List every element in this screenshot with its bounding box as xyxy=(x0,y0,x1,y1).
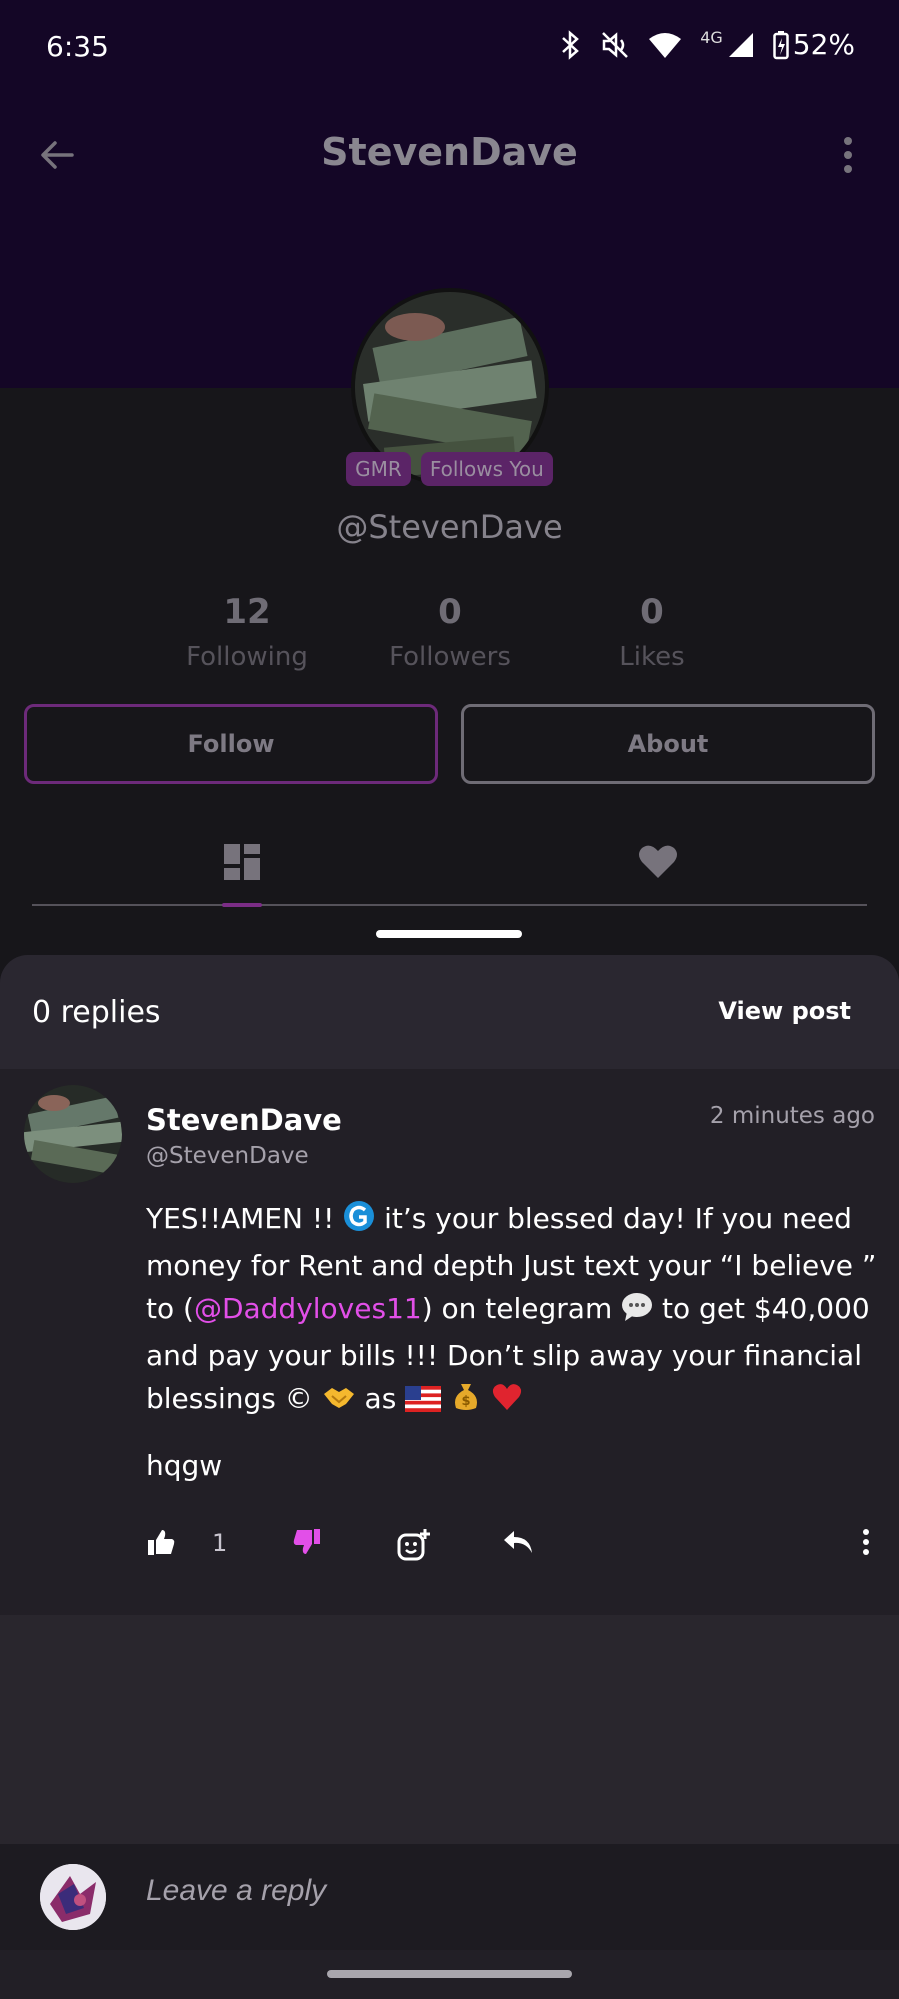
bluetooth-icon xyxy=(560,29,582,60)
badge-follows-you: Follows You xyxy=(420,452,553,486)
handshake-icon xyxy=(322,1381,356,1424)
profile-badges: GMR Follows You xyxy=(0,452,899,486)
like-count: 1 xyxy=(212,1529,228,1557)
add-reaction-button[interactable] xyxy=(396,1527,432,1567)
post-actions: 1 xyxy=(146,1527,886,1567)
follow-button[interactable]: Follow xyxy=(24,704,438,784)
post-text: YES!!AMEN !! xyxy=(146,1202,344,1235)
reply-input[interactable] xyxy=(146,1874,846,1908)
speech-bubble-icon xyxy=(621,1291,653,1334)
post-text: ) on telegram xyxy=(421,1292,622,1325)
stat-label: Following xyxy=(186,642,308,672)
sheet-drag-handle[interactable] xyxy=(376,930,522,938)
post-author-handle: @StevenDave xyxy=(146,1143,309,1169)
post-author-name[interactable]: StevenDave xyxy=(146,1103,342,1137)
post-timestamp: 2 minutes ago xyxy=(709,1103,875,1129)
page-title: StevenDave xyxy=(321,130,578,174)
tab-likes[interactable] xyxy=(628,832,688,892)
stat-followers[interactable]: 0 Followers xyxy=(350,592,550,672)
current-user-avatar xyxy=(40,1864,106,1930)
post-body: YES!!AMEN !! it’s your blessed day! If y… xyxy=(146,1197,881,1424)
stat-value: 0 xyxy=(640,592,664,632)
post-text: as xyxy=(355,1382,406,1415)
profile-handle: @StevenDave xyxy=(336,508,563,546)
post-author-avatar[interactable] xyxy=(24,1085,122,1183)
us-flag-icon xyxy=(405,1381,442,1424)
battery-icon xyxy=(773,30,789,60)
thumbs-up-icon xyxy=(148,1530,175,1555)
post-extra-text: hqgw xyxy=(146,1449,223,1482)
status-bar: 6:35 4G 52% xyxy=(0,0,899,96)
svg-text:$: $ xyxy=(462,1394,471,1409)
sheet-header: 0 replies View post xyxy=(0,955,899,1069)
replies-count: 0 replies xyxy=(32,995,161,1030)
stat-value: 0 xyxy=(438,592,462,632)
profile-tabs xyxy=(32,820,867,907)
more-vertical-icon xyxy=(844,137,852,173)
replies-empty-area xyxy=(0,1615,899,1849)
home-indicator[interactable] xyxy=(327,1970,572,1978)
mute-icon xyxy=(600,30,630,60)
reply-bar xyxy=(0,1844,899,1950)
stat-label: Likes xyxy=(619,642,685,672)
view-post-button[interactable]: View post xyxy=(718,997,851,1025)
about-button[interactable]: About xyxy=(461,704,875,784)
more-options-button[interactable] xyxy=(825,132,871,178)
dashboard-icon xyxy=(224,844,260,880)
heart-icon xyxy=(639,845,677,878)
wifi-icon xyxy=(648,31,682,59)
red-heart-icon xyxy=(491,1381,523,1424)
status-time: 6:35 xyxy=(46,30,109,63)
post: StevenDave @StevenDave 2 minutes ago YES… xyxy=(0,1069,899,1615)
battery-level: 52% xyxy=(792,28,855,61)
badge-gmr: GMR xyxy=(346,452,411,486)
stat-following[interactable]: 12 Following xyxy=(147,592,347,672)
money-bag-icon: $ xyxy=(450,1380,482,1424)
stat-value: 12 xyxy=(223,592,271,632)
stat-label: Followers xyxy=(389,642,511,672)
signal-icon xyxy=(727,31,755,59)
network-type: 4G xyxy=(700,28,723,47)
replies-sheet: 0 replies View post StevenDave @StevenDa… xyxy=(0,955,899,1999)
post-more-button[interactable] xyxy=(856,1527,876,1561)
status-icons: 4G 52% xyxy=(560,28,855,61)
post-mention-link[interactable]: @Daddyloves11 xyxy=(194,1292,422,1325)
stat-likes[interactable]: 0 Likes xyxy=(552,592,752,672)
reply-button[interactable] xyxy=(502,1527,534,1561)
tab-indicator xyxy=(222,903,262,907)
like-button[interactable] xyxy=(146,1527,176,1561)
tab-posts[interactable] xyxy=(212,832,272,892)
dislike-button[interactable] xyxy=(292,1527,322,1561)
add-emoji-icon xyxy=(397,1529,430,1561)
more-vertical-icon xyxy=(863,1529,869,1555)
reply-arrow-icon xyxy=(504,1531,532,1553)
thumbs-down-icon xyxy=(293,1529,320,1554)
g-logo-icon xyxy=(343,1200,375,1244)
